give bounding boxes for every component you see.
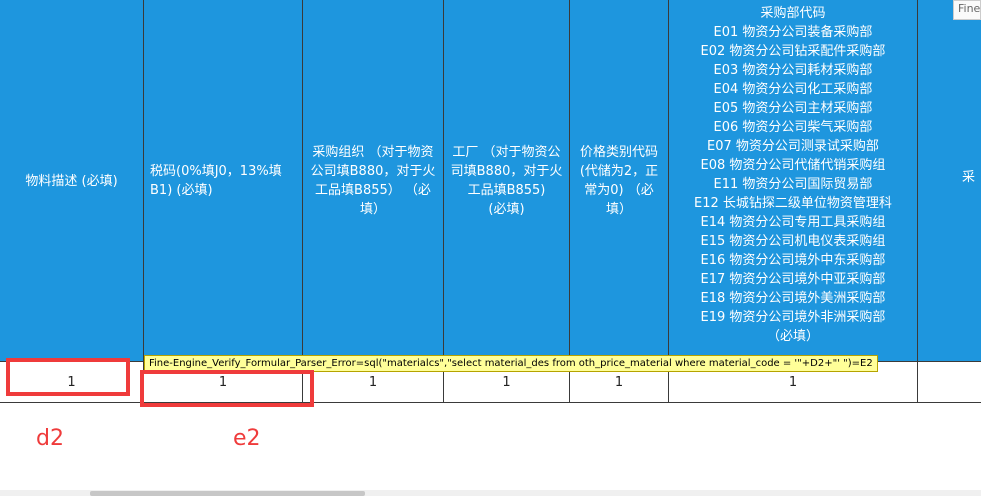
header-text: E01 物资分公司装备采购部 (713, 25, 873, 40)
header-text: E03 物资分公司耗材采购部 (713, 63, 873, 78)
header-text: 价格类别代码 (579, 145, 658, 160)
header-text: E05 物资分公司主材采购部 (713, 101, 873, 116)
header-text: E17 物资分公司境外中亚采购部 (700, 272, 886, 287)
header-text: 采购组织 （对于物资 (312, 145, 434, 160)
cell-value: 1 (502, 374, 511, 390)
header-text: 工品填B855） （必 (315, 183, 431, 198)
header-lines: 物料描述 (必填) (25, 172, 117, 191)
header-text: (代储为2，正 (579, 164, 659, 179)
header-text: E06 物资分公司柴气采购部 (713, 120, 873, 135)
header-text: B1) (必填) (150, 183, 213, 198)
scrollbar-thumb[interactable] (90, 491, 365, 496)
header-text: 采购部代码 (760, 6, 826, 21)
header-text: 工厂 （对于物资公 (452, 145, 561, 160)
cell-value: 1 (368, 374, 378, 390)
header-text: 采 (962, 170, 976, 185)
header-text: 填） (359, 202, 386, 217)
header-text: 公司填B880，对于火 (310, 164, 436, 179)
annotation-e2: e2 (233, 426, 261, 451)
header-text: E07 物资分公司测录试采购部 (707, 139, 879, 154)
header-text: 税码(0%填J0，13%填 (150, 164, 282, 179)
header-text: 填） (605, 202, 632, 217)
header-text: E16 物资分公司境外中东采购部 (700, 253, 886, 268)
header-text: (必填) (488, 202, 525, 217)
header-text: E04 物资分公司化工采购部 (713, 82, 873, 97)
header-text: 物料描述 (必填) (25, 173, 118, 189)
header-text: E12 长城钻探二级单位物资管理科 (694, 196, 892, 211)
header-text: （必填） (766, 329, 819, 344)
header-text: E18 物资分公司境外美洲采购部 (700, 291, 886, 306)
spreadsheet-grid: 物料描述 (必填) 税码(0%填J0，13%填 B1) (必填) 采购组织 （对… (0, 0, 981, 405)
header-lines: 采购部代码 E01 物资分公司装备采购部 E02 物资分公司钻采配件采购部 E03 物… (694, 4, 892, 346)
header-text: E11 物资分公司国际贸易部 (713, 177, 873, 192)
header-text: 常为0) （必 (584, 183, 654, 198)
header-cell-material-description[interactable]: 物料描述 (必填) (0, 0, 144, 362)
header-cell-price-category[interactable]: 价格类别代码 (代储为2，正 常为0) （必 填） (570, 0, 669, 362)
annotation-d2: d2 (36, 426, 64, 451)
header-cell-purchasing-org[interactable]: 采购组织 （对于物资 公司填B880，对于火 工品填B855） （必 填） (303, 0, 444, 362)
cell-value: 1 (614, 374, 624, 390)
header-text: 司填B880，对于火 (450, 164, 563, 179)
header-text: E14 物资分公司专用工具采购组 (700, 215, 886, 230)
header-lines: 采购组织 （对于物资 公司填B880，对于火 工品填B855） （必 填） (311, 143, 436, 219)
header-lines: 价格类别代码 (代储为2，正 常为0) （必 填） (580, 143, 658, 219)
header-cell-plant[interactable]: 工厂 （对于物资公 司填B880，对于火 工品填B855) (必填) (444, 0, 570, 362)
header-text: E19 物资分公司境外非洲采购部 (700, 310, 886, 325)
fine-tooltip: Fine (953, 0, 981, 20)
cell-value: 1 (788, 374, 798, 390)
header-text: E15 物资分公司机电仪表采购组 (700, 234, 886, 249)
highlight-box-d2 (6, 358, 130, 396)
header-text: 工品填B855) (467, 183, 546, 198)
highlight-box-e2 (140, 370, 314, 407)
cell-j2[interactable] (918, 362, 981, 402)
header-text: E02 物资分公司钻采配件采购部 (700, 44, 886, 59)
header-cell-tax-code[interactable]: 税码(0%填J0，13%填 B1) (必填) (144, 0, 303, 362)
header-cell-partial[interactable]: 采 (918, 0, 981, 362)
header-lines: 税码(0%填J0，13%填 B1) (必填) (150, 162, 282, 200)
header-cell-purchasing-dept-code[interactable]: 采购部代码 E01 物资分公司装备采购部 E02 物资分公司钻采配件采购部 E03 物… (669, 0, 918, 362)
header-text: E08 物资分公司代储代销采购组 (700, 158, 886, 173)
header-lines: 工厂 （对于物资公 司填B880，对于火 工品填B855) (必填) (451, 143, 563, 219)
